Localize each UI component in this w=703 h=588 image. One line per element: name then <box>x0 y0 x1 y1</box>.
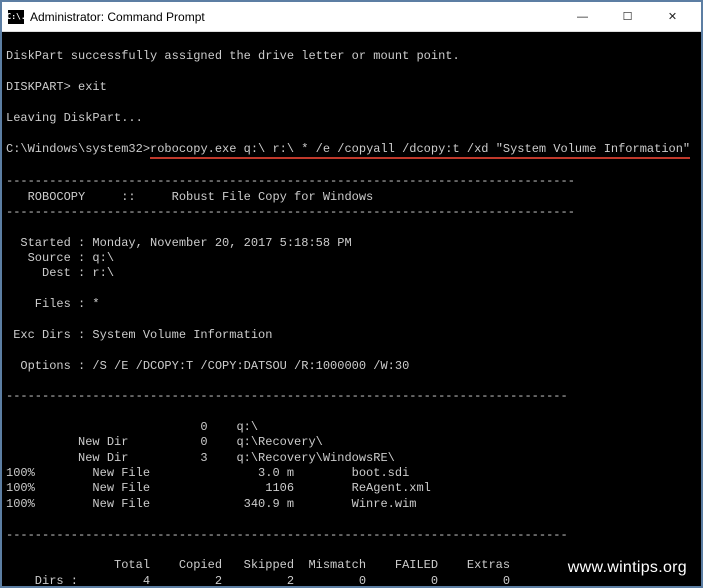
prompt-text: C:\Windows\system32> <box>6 142 150 156</box>
output-line: Options : /S /E /DCOPY:T /COPY:DATSOU /R… <box>6 359 409 373</box>
output-line: 0 q:\ <box>6 420 258 434</box>
robocopy-command: robocopy.exe q:\ r:\ * /e /copyall /dcop… <box>150 142 690 159</box>
cmd-icon: C:\. <box>8 10 24 24</box>
minimize-button[interactable]: — <box>560 3 605 31</box>
titlebar[interactable]: C:\. Administrator: Command Prompt — ☐ ✕ <box>2 2 701 32</box>
output-line: ----------------------------------------… <box>6 389 568 403</box>
terminal-output[interactable]: DiskPart successfully assigned the drive… <box>2 32 701 586</box>
output-line: Exc Dirs : System Volume Information <box>6 328 272 342</box>
output-line: ----------------------------------------… <box>6 528 568 542</box>
close-button[interactable]: ✕ <box>650 3 695 31</box>
cmd-icon-label: C:\. <box>6 12 25 21</box>
output-line: ----------------------------------------… <box>6 174 575 188</box>
command-prompt-window: C:\. Administrator: Command Prompt — ☐ ✕… <box>0 0 703 588</box>
output-line: Files : * <box>6 297 100 311</box>
window-controls: — ☐ ✕ <box>560 3 695 31</box>
window-title: Administrator: Command Prompt <box>30 10 560 24</box>
output-line: 100% New File 1106 ReAgent.xml <box>6 481 431 495</box>
output-line: 100% New File 3.0 m boot.sdi <box>6 466 409 480</box>
output-line: Leaving DiskPart... <box>6 111 143 125</box>
output-line: New Dir 3 q:\Recovery\WindowsRE\ <box>6 451 395 465</box>
watermark: www.wintips.org <box>568 558 687 578</box>
output-line: ROBOCOPY :: Robust File Copy for Windows <box>6 190 373 204</box>
maximize-button[interactable]: ☐ <box>605 3 650 31</box>
output-line: ----------------------------------------… <box>6 205 575 219</box>
output-line: 100% New File 340.9 m Winre.wim <box>6 497 416 511</box>
output-line: Dirs : 4 2 2 0 0 0 <box>6 574 510 586</box>
output-line: DISKPART> exit <box>6 80 107 94</box>
prompt-line: C:\Windows\system32>robocopy.exe q:\ r:\… <box>6 142 690 156</box>
output-line: New Dir 0 q:\Recovery\ <box>6 435 323 449</box>
output-line: Dest : r:\ <box>6 266 114 280</box>
output-line: DiskPart successfully assigned the drive… <box>6 49 460 63</box>
output-line: Total Copied Skipped Mismatch FAILED Ext… <box>6 558 510 572</box>
output-line: Started : Monday, November 20, 2017 5:18… <box>6 236 352 250</box>
output-line: Source : q:\ <box>6 251 114 265</box>
